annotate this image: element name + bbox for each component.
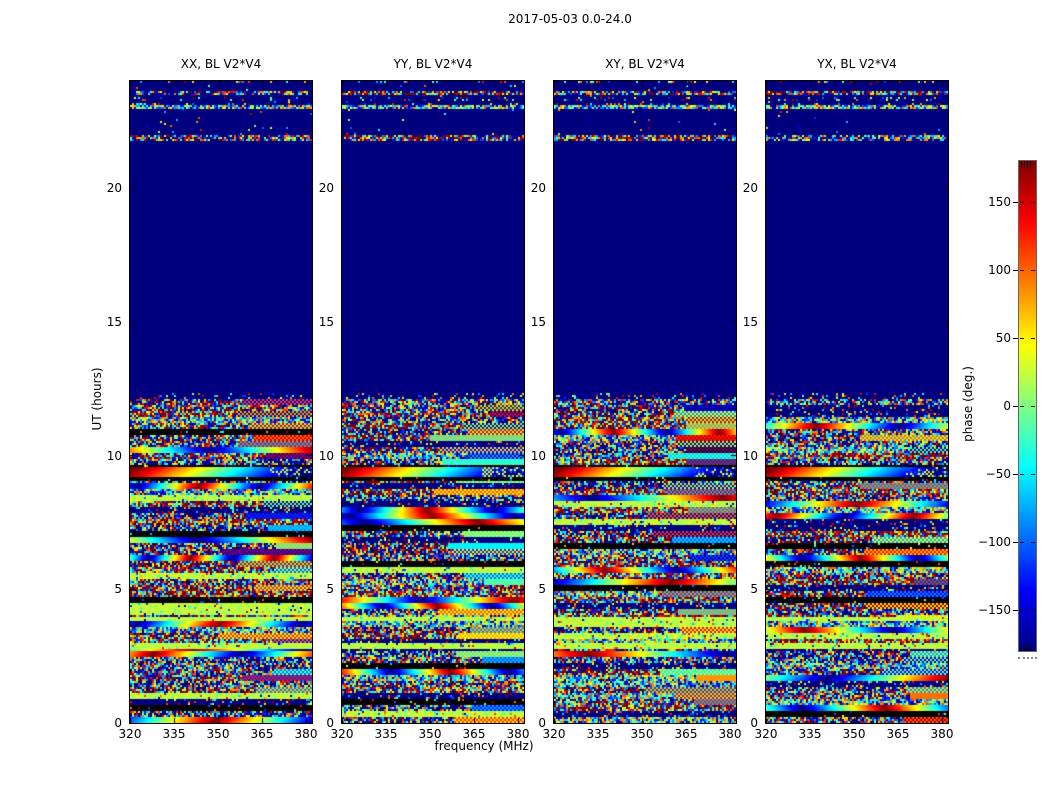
colorbar-tick-mark [1020, 542, 1024, 543]
colorbar-tick-mark [1013, 338, 1018, 339]
heatmap-panel-xx: XX, BL V2*V4 0 5 10 15 20 320 335 350 365 380 [107, 57, 318, 741]
colorbar-tick-mark [1031, 542, 1035, 543]
colorbar: 150 100 50 0 −50 −100 −150 [978, 160, 1037, 659]
y-tick-label: 5 [750, 582, 758, 597]
heatmap-panel-xy: XY, BL V2*V4 0 5 10 15 20 320 335 350 365 380 [531, 57, 742, 741]
y-tick-label: 15 [106, 314, 122, 329]
colorbar-tick-mark [1013, 474, 1018, 475]
x-tick-label: 380 [930, 727, 954, 741]
colorbar-tick-label: −100 [978, 535, 1011, 549]
colorbar-tick-mark [1020, 270, 1024, 271]
colorbar-tick-mark [1031, 610, 1035, 611]
colorbar-tick-mark [1013, 610, 1018, 611]
x-tick-label: 365 [250, 727, 274, 741]
x-tick-label: 350 [842, 727, 866, 741]
y-tick-label: 5 [114, 582, 122, 597]
heatmap-panel-yy: YY, BL V2*V4 0 5 10 15 20 320 335 350 365 380 [319, 57, 530, 741]
panel-title-xx: XX, BL V2*V4 [180, 57, 262, 71]
colorbar-tick-mark [1031, 474, 1035, 475]
colorbar-tick-mark [1020, 406, 1024, 407]
figure-title: 2017-05-03 0.0-24.0 [508, 12, 632, 26]
heatmap-canvas-yy [342, 81, 524, 723]
x-tick-label: 365 [462, 727, 486, 741]
colorbar-tick-mark [1020, 202, 1024, 203]
colorbar-tick-mark [1020, 474, 1024, 475]
heatmap-canvas-xx [130, 81, 312, 723]
x-tick-label: 320 [754, 727, 778, 741]
x-tick-label: 320 [118, 727, 142, 741]
panel-title-yx: YX, BL V2*V4 [817, 57, 897, 71]
colorbar-tick-mark [1020, 338, 1024, 339]
figure-root: 2017-05-03 0.0-24.0 UT (hours) frequency… [0, 0, 1050, 800]
y-tick-label: 10 [530, 448, 546, 463]
y-tick-label: 10 [106, 448, 122, 463]
colorbar-tick-mark [1013, 542, 1018, 543]
colorbar-top-comb-marks [1021, 161, 1033, 168]
colorbar-tick-mark [1020, 610, 1024, 611]
y-tick-label: 20 [106, 181, 122, 195]
x-tick-label: 335 [162, 727, 186, 741]
colorbar-bottom-comb-marks [1021, 644, 1033, 651]
panel-title-xy: XY, BL V2*V4 [605, 57, 685, 71]
colorbar-tick-mark [1031, 338, 1035, 339]
x-tick-label: 350 [418, 727, 442, 741]
x-tick-label: 320 [542, 727, 566, 741]
y-tick-label: 15 [530, 314, 546, 329]
colorbar-tick-mark [1013, 202, 1018, 203]
y-tick-label: 20 [742, 181, 758, 195]
colorbar-tick-mark [1031, 202, 1035, 203]
x-tick-label: 335 [798, 727, 822, 741]
x-tick-label: 320 [330, 727, 354, 741]
colorbar-tick-label: −150 [978, 603, 1011, 617]
colorbar-extend-dotted-line [1018, 657, 1037, 659]
y-tick-label: 5 [538, 582, 546, 597]
colorbar-tick-mark [1031, 406, 1035, 407]
x-axis-label: frequency (MHz) [434, 739, 534, 753]
y-tick-label: 20 [530, 181, 546, 195]
y-tick-label: 20 [318, 181, 334, 195]
colorbar-tick-mark [1013, 270, 1018, 271]
panel-title-yy: YY, BL V2*V4 [393, 57, 473, 71]
heatmap-canvas-yx [766, 81, 948, 723]
y-tick-label: 15 [742, 314, 758, 329]
y-tick-label: 10 [318, 448, 334, 463]
heatmap-canvas-xy [554, 81, 736, 723]
x-tick-label: 350 [630, 727, 654, 741]
y-tick-label: 5 [326, 582, 334, 597]
x-tick-label: 335 [586, 727, 610, 741]
y-tick-label: 15 [318, 314, 334, 329]
y-tick-label: 10 [742, 448, 758, 463]
colorbar-axis-label: phase (deg.) [961, 366, 975, 442]
y-axis-label: UT (hours) [90, 367, 104, 431]
heatmap-panel-yx: YX, BL V2*V4 0 5 10 15 20 320 335 350 365 380 [743, 57, 954, 741]
colorbar-tick-label: 150 [988, 195, 1011, 209]
x-tick-label: 365 [886, 727, 910, 741]
colorbar-tick-label: 100 [988, 263, 1011, 277]
colorbar-tick-mark [1031, 270, 1035, 271]
x-tick-label: 350 [206, 727, 230, 741]
x-tick-label: 365 [674, 727, 698, 741]
colorbar-tick-label: −50 [985, 467, 1011, 481]
x-tick-label: 335 [374, 727, 398, 741]
colorbar-tick-mark [1013, 406, 1018, 407]
